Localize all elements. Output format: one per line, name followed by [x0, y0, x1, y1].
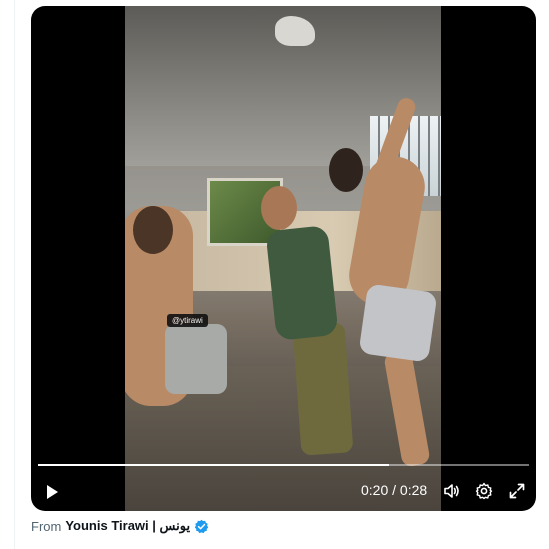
scene-person-middle-pants [292, 322, 354, 456]
scene-person-right-shorts [358, 283, 438, 363]
time-separator: / [392, 482, 397, 498]
gear-icon [475, 482, 493, 500]
progress-bar[interactable] [38, 464, 529, 466]
settings-button[interactable] [471, 478, 497, 504]
scene-person-left-shorts [165, 324, 227, 394]
scene-person-middle-head [261, 186, 297, 230]
play-icon [47, 485, 58, 499]
scene-person-middle-shirt [265, 225, 339, 341]
volume-button[interactable] [439, 478, 465, 504]
timeline-divider [14, 0, 15, 549]
video-player[interactable]: @ytirawi 0:20 / 0:28 [31, 6, 536, 511]
fullscreen-button[interactable] [504, 478, 530, 504]
time-display: 0:20 / 0:28 [361, 482, 427, 498]
attribution-prefix: From [31, 518, 62, 534]
fullscreen-icon [509, 483, 525, 499]
video-attribution: From Younis Tirawi | يونس [31, 518, 209, 534]
time-current: 0:20 [361, 482, 389, 498]
progress-bar-fill [38, 464, 389, 466]
attribution-author-link[interactable]: Younis Tirawi | يونس [65, 518, 190, 534]
play-button[interactable] [39, 479, 65, 505]
volume-icon [444, 484, 459, 498]
scene-person-left-head [133, 206, 173, 254]
video-frame[interactable] [125, 6, 441, 511]
verified-badge-icon [194, 519, 209, 533]
time-total: 0:28 [399, 482, 428, 498]
video-watermark: @ytirawi [167, 314, 208, 327]
scene-person-right-head [329, 148, 363, 192]
